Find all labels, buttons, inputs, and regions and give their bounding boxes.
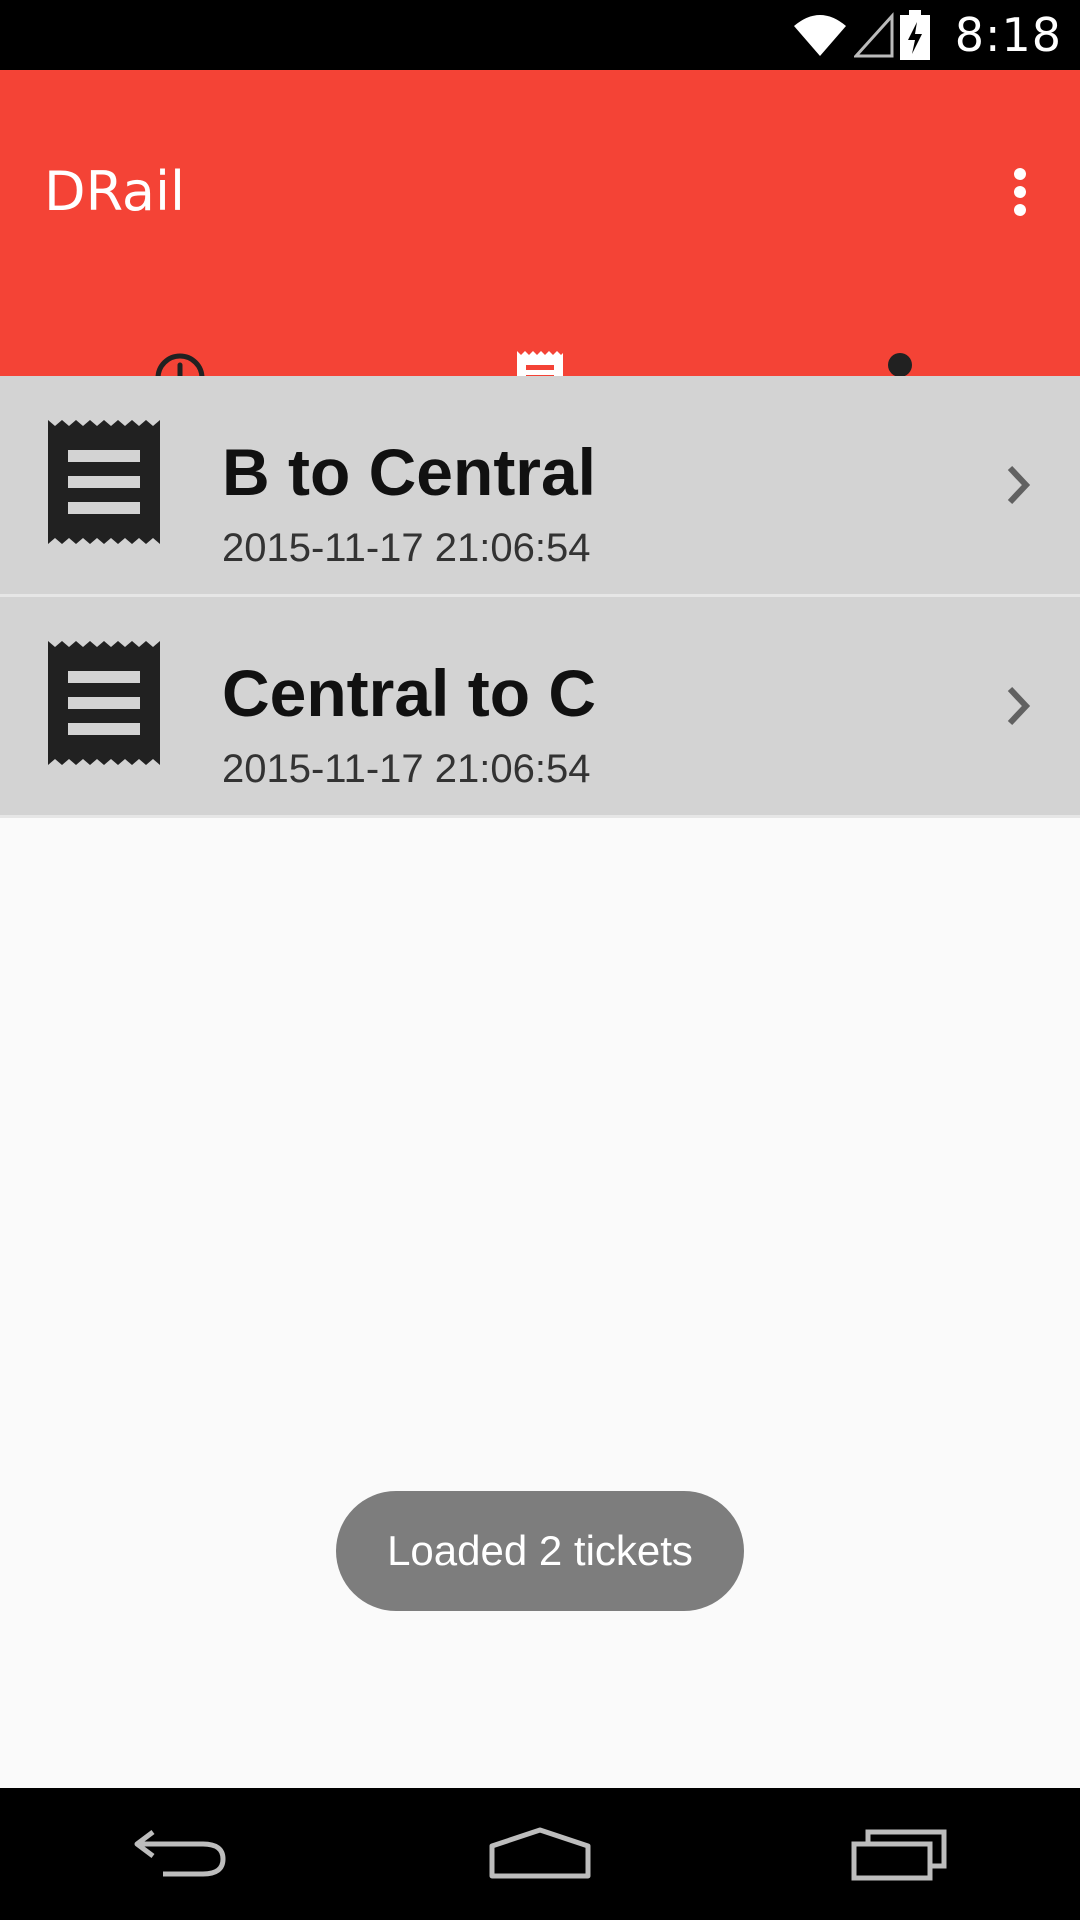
receipt-icon: [48, 641, 160, 765]
app-title: DRail: [44, 160, 186, 223]
status-icons: [792, 8, 930, 62]
ticket-timestamp: 2015-11-17 21:06:54: [222, 747, 591, 791]
battery-charging-icon: [900, 10, 930, 60]
receipt-icon: [48, 420, 160, 544]
ticket-route: B to Central: [222, 435, 597, 509]
ticket-list: B to Central 2015-11-17 21:06:54 Central…: [0, 376, 1080, 818]
overflow-menu-button[interactable]: [970, 142, 1070, 242]
cell-signal-icon: [854, 12, 894, 58]
back-icon: [134, 1830, 226, 1877]
ticket-row[interactable]: B to Central 2015-11-17 21:06:54: [0, 376, 1080, 597]
app-bar: DRail: [0, 70, 1080, 446]
recents-icon: [851, 1829, 947, 1881]
back-button[interactable]: [80, 1788, 280, 1920]
ticket-row[interactable]: Central to C 2015-11-17 21:06:54: [0, 597, 1080, 818]
status-time: 8:18: [954, 8, 1062, 62]
navigation-bar: [0, 1788, 1080, 1920]
toast-message: Loaded 2 tickets: [336, 1491, 744, 1611]
wifi-icon: [794, 15, 846, 56]
ticket-timestamp: 2015-11-17 21:06:54: [222, 526, 591, 570]
chevron-right-icon: [1007, 465, 1031, 505]
chevron-right-icon: [1007, 686, 1031, 726]
recents-button[interactable]: [800, 1788, 1000, 1920]
status-bar: 8:18: [0, 0, 1080, 70]
ticket-route: Central to C: [222, 656, 597, 730]
home-button[interactable]: [440, 1788, 640, 1920]
more-vert-icon: [1014, 168, 1026, 216]
home-icon: [489, 1827, 591, 1879]
